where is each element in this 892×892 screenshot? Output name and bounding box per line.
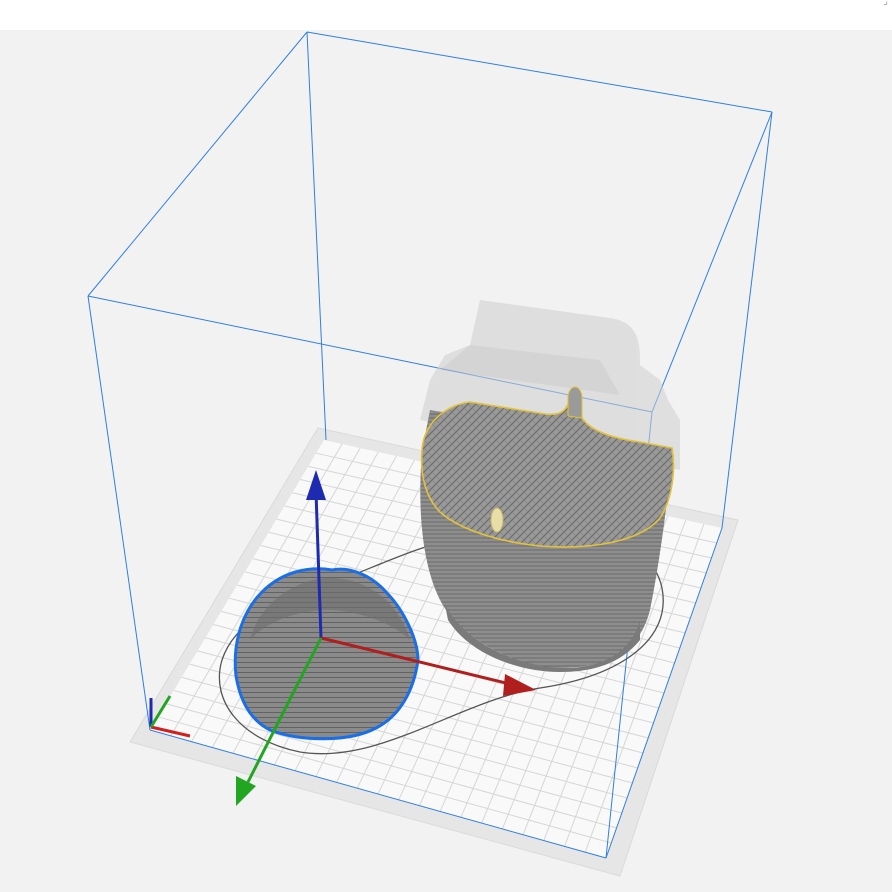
cup-handle-nub (567, 386, 583, 419)
gizmo-y-arrow-icon[interactable] (236, 776, 256, 806)
3d-viewport[interactable] (0, 0, 892, 892)
support-pin (490, 507, 504, 533)
